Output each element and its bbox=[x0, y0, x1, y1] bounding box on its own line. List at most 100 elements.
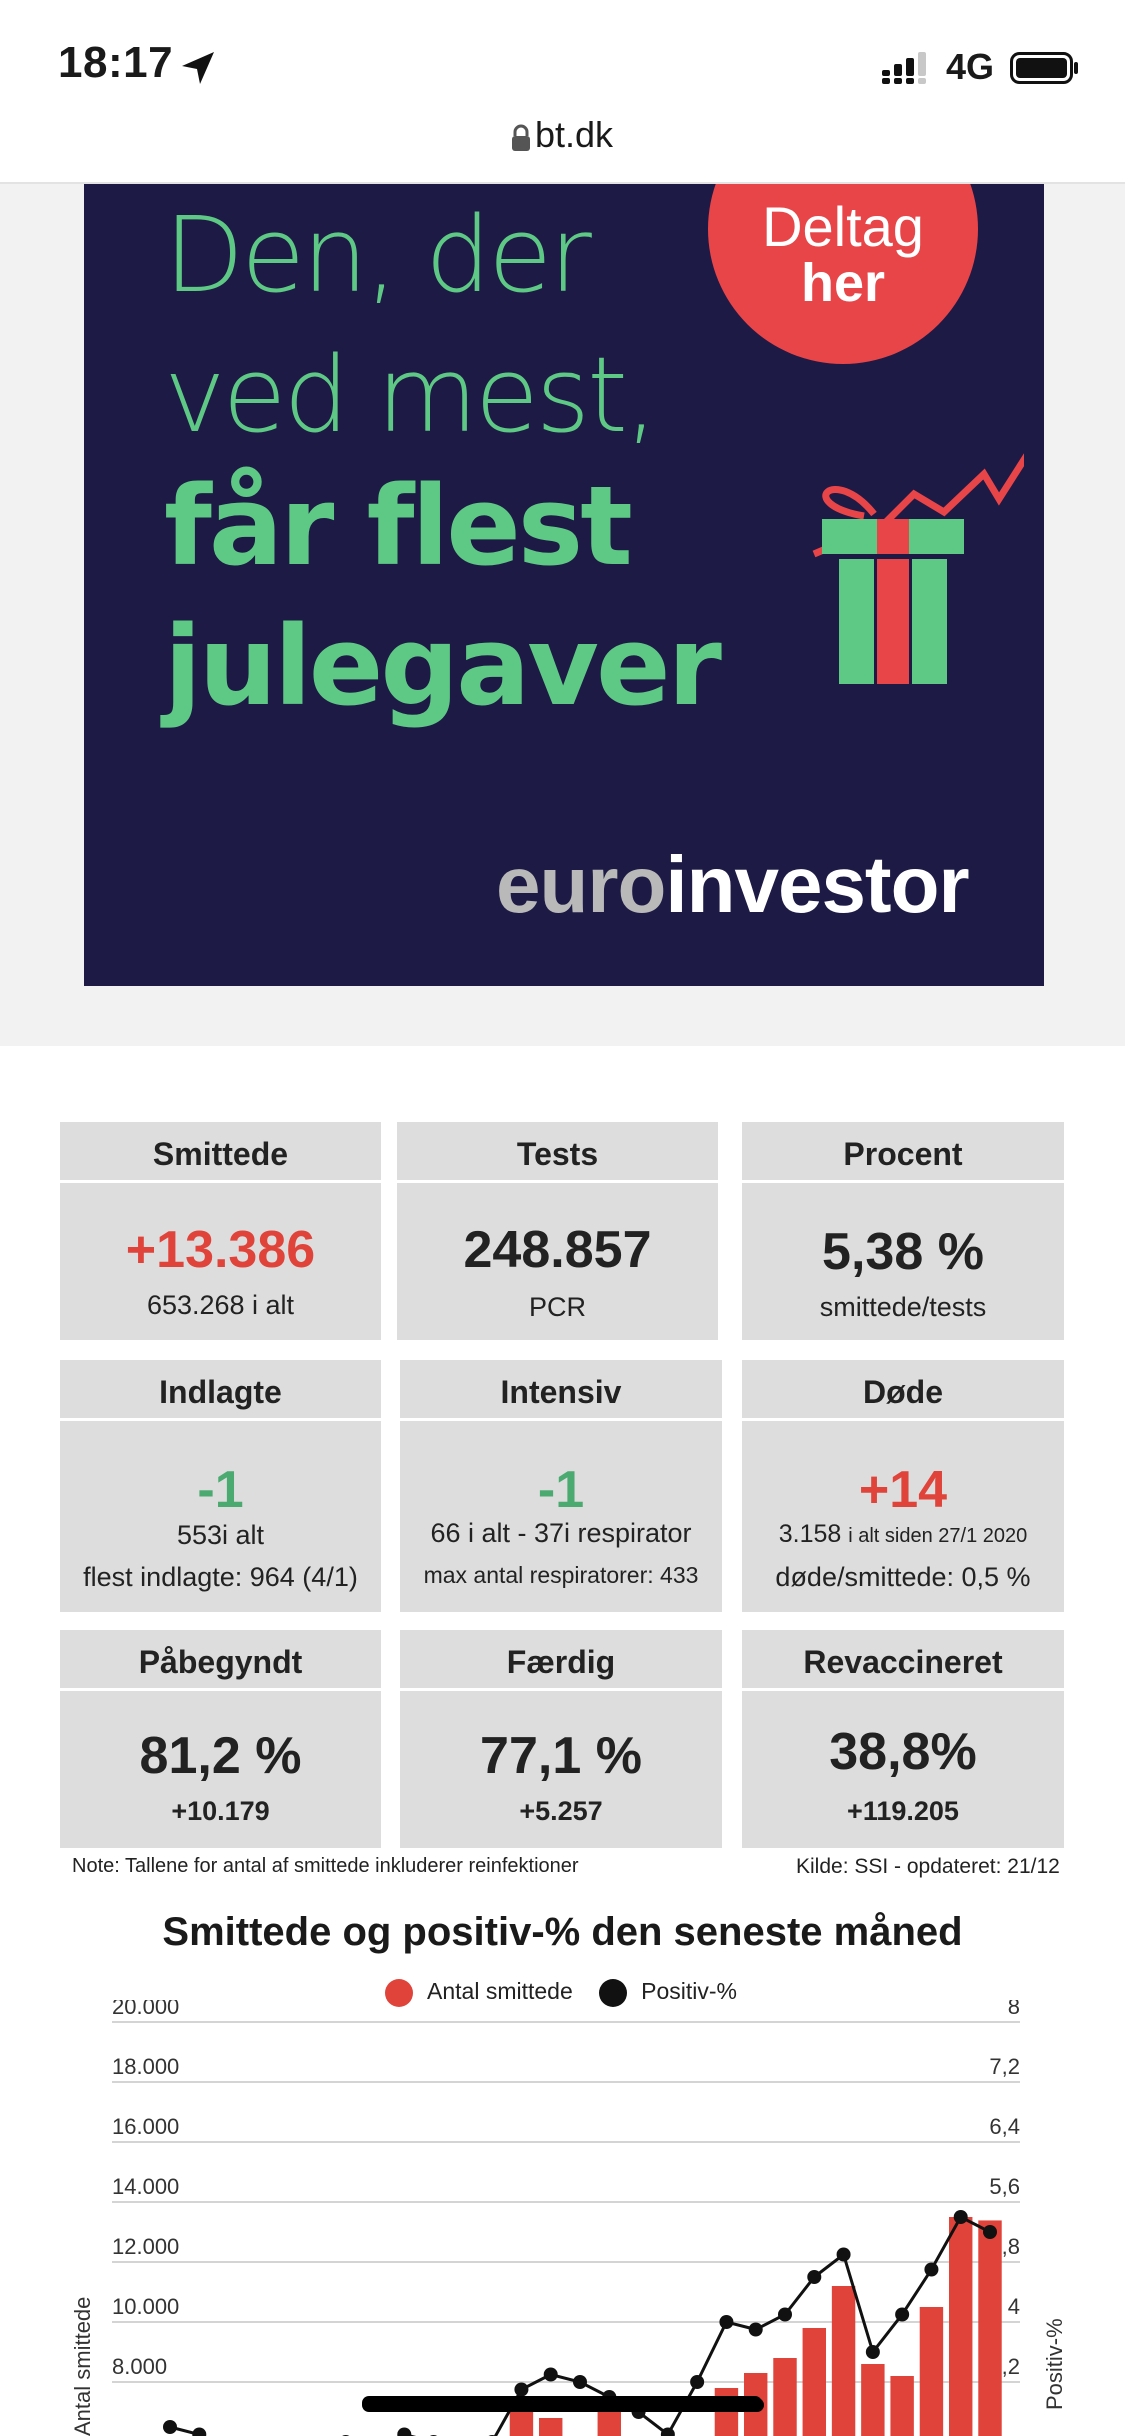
cases-chart: 20.000 8 18.000 7,2 16.000 6,4 14.000 5,6 12.000… bbox=[70, 2000, 1067, 2436]
bar bbox=[802, 2328, 826, 2436]
ad-cta-line2: her bbox=[800, 253, 886, 313]
y2-tick-label: 5,6 bbox=[989, 2174, 1020, 2199]
address-bar-url[interactable]: bt.dk bbox=[535, 114, 613, 156]
bar bbox=[509, 2412, 534, 2436]
data-source: Kilde: SSI - opdateret: 21/12 bbox=[796, 1855, 1060, 1878]
stat-sub-2: døde/smittede: 0,5 % bbox=[775, 1562, 1031, 1592]
positive-rate-point bbox=[514, 2382, 529, 2397]
stat-intensiv: Intensiv -1 66 i alt - 37i respirator ma… bbox=[400, 1360, 722, 1612]
chart-title: Smittede og positiv-% den seneste måned bbox=[162, 1910, 963, 1954]
stat-indlagte: Indlagte -1 553i alt flest indlagte: 964… bbox=[60, 1360, 381, 1612]
positive-rate-point bbox=[573, 2375, 587, 2389]
y-tick-label: 20.000 bbox=[112, 2000, 179, 2019]
stat-paabegyndt: Påbegyndt 81,2 % +10.179 bbox=[60, 1630, 381, 1848]
bar bbox=[539, 2418, 563, 2436]
y2-tick-label: 7,2 bbox=[989, 2054, 1020, 2079]
stat-smittede: Smittede +13.386 653.268 i alt bbox=[60, 1122, 381, 1340]
stat-value: 38,8% bbox=[829, 1723, 977, 1781]
bar bbox=[978, 2220, 1002, 2436]
stat-sub-1: 66 i alt - 37i respirator bbox=[430, 1518, 692, 1548]
positive-rate-point bbox=[163, 2420, 177, 2434]
positive-rate-point bbox=[543, 2367, 558, 2382]
y-tick-label: 18.000 bbox=[112, 2054, 179, 2079]
stat-value: 81,2 % bbox=[139, 1727, 302, 1785]
positive-rate-point bbox=[865, 2345, 880, 2359]
lock-icon bbox=[512, 124, 530, 151]
positive-rate-point bbox=[778, 2307, 792, 2322]
ad-headline-line4: julegaver bbox=[164, 602, 722, 730]
ad-headline-line2: ved mest, bbox=[164, 334, 658, 456]
stat-title: Revaccineret bbox=[742, 1630, 1064, 1691]
bar bbox=[949, 2217, 973, 2436]
positive-rate-point bbox=[690, 2375, 705, 2389]
ad-logo-part1: euro bbox=[496, 840, 666, 929]
stat-value: -1 bbox=[197, 1461, 244, 1519]
ad-logo: euroinvestor bbox=[496, 839, 970, 931]
stat-value: 248.857 bbox=[463, 1221, 652, 1279]
positive-rate-point bbox=[397, 2427, 412, 2436]
location-arrow-icon bbox=[182, 52, 214, 84]
deaths-total: 3.158 bbox=[778, 1520, 842, 1548]
positive-rate-point bbox=[836, 2247, 851, 2262]
network-type: 4G bbox=[946, 46, 995, 87]
stat-title: Indlagte bbox=[60, 1360, 381, 1421]
stat-sub-1: 553i alt bbox=[176, 1520, 265, 1550]
stat-value: 77,1 % bbox=[480, 1727, 642, 1785]
stat-value: +13.386 bbox=[125, 1221, 316, 1279]
stat-sub: +119.205 bbox=[847, 1796, 959, 1826]
gift-icon bbox=[812, 453, 1024, 684]
stat-sub-2: flest indlagte: 964 (4/1) bbox=[83, 1562, 358, 1592]
stat-sub: +5.257 bbox=[519, 1796, 603, 1826]
stat-sub-1: 3.158 i alt siden 27/1 2020 bbox=[742, 1520, 1064, 1549]
positive-rate-point bbox=[895, 2307, 910, 2322]
bar bbox=[773, 2358, 797, 2436]
bar bbox=[919, 2307, 944, 2436]
positive-rate-point bbox=[953, 2210, 968, 2224]
bar bbox=[861, 2364, 885, 2436]
positive-rate-point bbox=[924, 2262, 939, 2277]
positive-rate-point bbox=[192, 2427, 207, 2436]
ad-cta-line1: Deltag bbox=[762, 195, 924, 258]
stat-sub: smittede/tests bbox=[819, 1292, 987, 1322]
y-tick-label: 12.000 bbox=[112, 2234, 179, 2259]
stat-title: Smittede bbox=[60, 1122, 381, 1183]
bar bbox=[597, 2412, 621, 2436]
y2-tick-label: 6,4 bbox=[989, 2114, 1020, 2139]
home-indicator[interactable] bbox=[362, 2398, 764, 2412]
cellular-signal-icon bbox=[882, 52, 926, 84]
reinfection-note: Note: Tallene for antal af smittede inkl… bbox=[72, 1855, 579, 1877]
stat-title: Procent bbox=[742, 1122, 1064, 1183]
ad-logo-part2: investor bbox=[665, 840, 969, 929]
y2-axis-label: Positiv-% bbox=[1042, 2318, 1067, 2410]
y-tick-label: 10.000 bbox=[112, 2294, 179, 2319]
ad-headline-line3: får flest bbox=[164, 462, 633, 590]
stat-faerdig: Færdig 77,1 % +5.257 bbox=[400, 1630, 722, 1848]
stat-procent: Procent 5,38 % smittede/tests bbox=[742, 1122, 1064, 1340]
stat-value: +14 bbox=[858, 1461, 948, 1519]
y2-tick-label: 8 bbox=[1008, 2000, 1020, 2019]
stat-value: -1 bbox=[537, 1461, 585, 1519]
deaths-total-label: i alt siden 27/1 2020 bbox=[848, 1525, 1028, 1547]
stat-title: Døde bbox=[742, 1360, 1064, 1421]
stat-doede: Døde +14 3.158 i alt siden 27/1 2020 død… bbox=[742, 1360, 1064, 1612]
positive-rate-point bbox=[748, 2322, 763, 2337]
bar bbox=[831, 2286, 856, 2436]
stat-sub: +10.179 bbox=[171, 1796, 270, 1826]
stat-sub-2: max antal respiratorer: 433 bbox=[423, 1562, 699, 1588]
stat-sub: 653.268 i alt bbox=[146, 1290, 295, 1320]
stat-tests: Tests 248.857 PCR bbox=[397, 1122, 718, 1340]
ad-cta-badge[interactable]: Deltag her bbox=[708, 184, 978, 364]
positive-rate-point bbox=[983, 2225, 997, 2239]
stat-sub: PCR bbox=[528, 1292, 586, 1322]
y-axis-label: Antal smittede bbox=[70, 2297, 95, 2436]
stat-title: Tests bbox=[397, 1122, 718, 1183]
y-tick-label: 16.000 bbox=[112, 2114, 179, 2139]
status-time: 18:17 bbox=[58, 38, 174, 87]
y-tick-label: 8.000 bbox=[112, 2354, 167, 2379]
stat-title: Intensiv bbox=[400, 1360, 722, 1421]
stat-value: 5,38 % bbox=[822, 1223, 984, 1281]
positive-rate-point bbox=[719, 2315, 734, 2329]
y2-tick-label: 4 bbox=[1008, 2294, 1020, 2319]
stat-title: Færdig bbox=[400, 1630, 722, 1691]
advertisement-banner[interactable]: Den, der ved mest, får flest julegaver D… bbox=[84, 184, 1044, 986]
